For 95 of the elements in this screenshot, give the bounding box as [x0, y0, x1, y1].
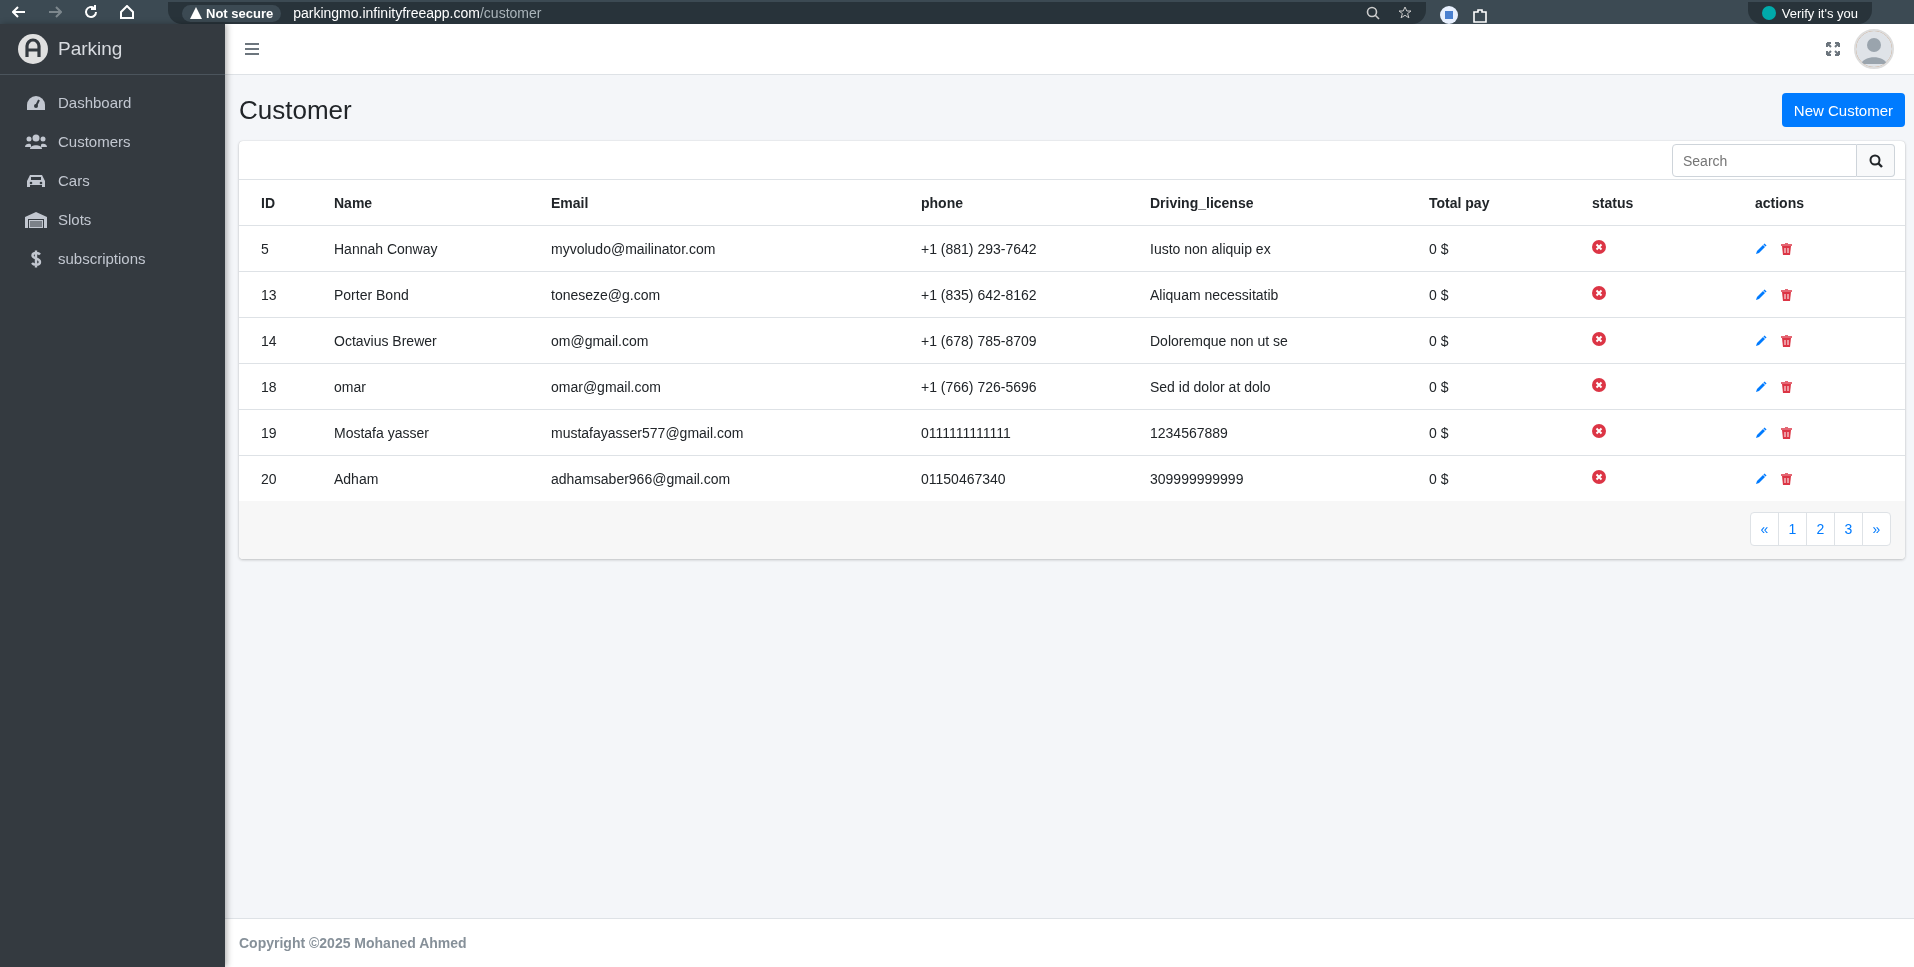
star-icon[interactable]	[1398, 6, 1412, 20]
edit-icon[interactable]	[1755, 472, 1767, 485]
table-cell-text: 309999999999	[1149, 470, 1245, 487]
new-customer-button[interactable]: New Customer	[1781, 93, 1905, 127]
table-cell-text: Octavius Brewer	[333, 332, 438, 349]
page-link[interactable]: 2	[1806, 512, 1835, 546]
delete-icon[interactable]	[1781, 334, 1792, 347]
search-icon	[1868, 153, 1883, 168]
table-cell-text: 0111111111111	[920, 424, 1012, 441]
page-link[interactable]: 1	[1778, 512, 1807, 546]
table-cell-text: +1 (766) 726-5696	[920, 378, 1038, 395]
table-cell-text: Iusto non aliquip ex	[1149, 240, 1272, 257]
home-icon[interactable]	[120, 5, 134, 19]
page-link[interactable]: »	[1862, 512, 1891, 546]
table-cell-text: +1 (678) 785-8709	[920, 332, 1038, 349]
column-header: Driving_license	[1149, 194, 1255, 211]
table-cell-text: 19	[260, 424, 278, 441]
table-cell-text: Adham	[333, 470, 380, 487]
table-cell-text: 5	[260, 240, 270, 257]
forward-icon[interactable]	[48, 5, 62, 19]
address-url[interactable]: parkingmo.infinityfreeapp.com/customer	[293, 5, 542, 21]
table-cell-text: Mostafa yasser	[333, 424, 430, 441]
table-cell-text: Hannah Conway	[333, 240, 439, 257]
table-cell-text: 0 $	[1428, 332, 1450, 349]
table-cell-text: 1234567889	[1149, 424, 1229, 441]
extension-icon[interactable]	[1440, 6, 1458, 24]
table-cell-text: 13	[260, 286, 278, 303]
table-cell-text: omar	[333, 378, 367, 395]
edit-icon[interactable]	[1755, 426, 1767, 439]
delete-icon[interactable]	[1781, 288, 1792, 301]
page-link[interactable]: «	[1750, 512, 1779, 546]
page-title: Customer	[239, 94, 352, 126]
back-icon[interactable]	[12, 5, 26, 19]
edit-icon[interactable]	[1755, 334, 1767, 347]
edit-icon[interactable]	[1755, 380, 1767, 393]
edit-icon[interactable]	[1755, 242, 1767, 255]
table-cell-text: toneseze@g.com	[550, 286, 662, 303]
table-cell-text: 0 $	[1428, 286, 1450, 303]
profile-icon	[1761, 6, 1776, 20]
dollar-icon	[30, 249, 42, 268]
column-header: status	[1591, 194, 1635, 211]
table-cell-text: 01150467340	[920, 470, 1007, 487]
security-chip[interactable]: Not secure	[182, 4, 282, 22]
table-cell-text: 0 $	[1428, 240, 1450, 257]
gauge-icon	[26, 94, 46, 111]
users-icon	[25, 133, 47, 150]
table-cell-text: Aliquam necessitatib	[1149, 286, 1280, 303]
sidebar-item[interactable]: Slots	[8, 200, 217, 239]
sidebar-item[interactable]: Customers	[8, 122, 217, 161]
menu-icon[interactable]	[245, 43, 259, 55]
column-header: Total pay	[1428, 194, 1491, 211]
avatar[interactable]	[1854, 29, 1894, 69]
page-link[interactable]: 3	[1834, 512, 1863, 546]
search-button[interactable]	[1857, 144, 1895, 177]
column-header: Name	[333, 194, 374, 211]
edit-icon[interactable]	[1755, 288, 1767, 301]
garage-icon	[25, 211, 47, 228]
delete-icon[interactable]	[1781, 426, 1792, 439]
table-cell-text: Sed id dolor at dolo	[1149, 378, 1272, 395]
reload-icon[interactable]	[84, 5, 98, 19]
table-cell-text: myvoludo@mailinator.com	[550, 240, 717, 257]
column-header: actions	[1754, 194, 1805, 211]
table-cell-text: 18	[260, 378, 278, 395]
table-cell-text: Porter Bond	[333, 286, 410, 303]
table-cell-text: mustafayasser577@gmail.com	[550, 424, 745, 441]
table-cell-text: 0 $	[1428, 470, 1450, 487]
sidebar-item[interactable]: subscriptions	[8, 239, 217, 278]
search-field[interactable]: Search	[1672, 144, 1857, 177]
delete-icon[interactable]	[1781, 242, 1792, 255]
fullscreen-icon[interactable]	[1826, 42, 1840, 56]
warning-icon	[190, 7, 202, 19]
table-cell-text: om@gmail.com	[550, 332, 650, 349]
column-header: ID	[260, 194, 276, 211]
delete-icon[interactable]	[1781, 380, 1792, 393]
sidebar-item[interactable]: Cars	[8, 161, 217, 200]
delete-icon[interactable]	[1781, 472, 1792, 485]
table-cell-text: +1 (835) 642-8162	[920, 286, 1038, 303]
table-cell-text: 0 $	[1428, 424, 1450, 441]
table-cell-text: 0 $	[1428, 378, 1450, 395]
table-cell-text: adhamsaber966@gmail.com	[550, 470, 732, 487]
car-icon	[26, 172, 46, 189]
table-cell-text: omar@gmail.com	[550, 378, 662, 395]
sidebar-item[interactable]: Dashboard	[8, 83, 217, 122]
parking-logo-icon	[18, 34, 48, 64]
column-header: Email	[550, 194, 590, 211]
brand-name: Parking	[58, 38, 123, 60]
table-cell-text: Doloremque non ut se	[1149, 332, 1289, 349]
copyright-text: Copyright ©2025 Mohaned Ahmed	[239, 935, 467, 951]
column-header: phone	[920, 194, 964, 211]
table-cell-text: 14	[260, 332, 278, 349]
profile-chip[interactable]: Verify it's you	[1747, 2, 1872, 24]
search-icon[interactable]	[1366, 6, 1380, 20]
table-cell-text: +1 (881) 293-7642	[920, 240, 1038, 257]
table-cell-text: 20	[260, 470, 278, 487]
security-label: Not secure	[206, 5, 274, 21]
